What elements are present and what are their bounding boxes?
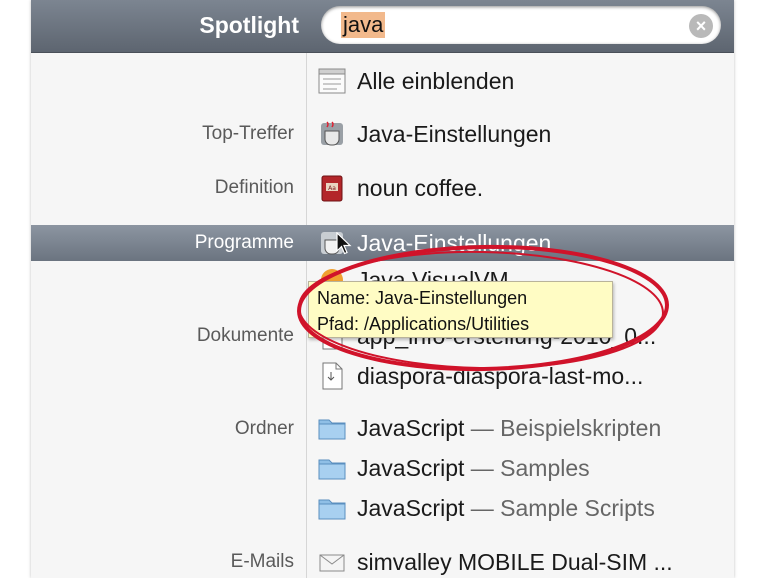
mouse-pointer-icon xyxy=(336,232,352,255)
result-doc-2-label: diaspora-diaspora-last-mo... xyxy=(357,362,644,389)
document-icon xyxy=(322,362,343,390)
category-top-hit: Top-Treffer xyxy=(202,123,294,144)
result-app-selected-label: Java-Einstellungen xyxy=(357,229,552,256)
category-applications: Programme xyxy=(194,232,294,253)
result-definition-label: noun coffee. xyxy=(357,174,484,201)
category-definition: Definition xyxy=(214,177,294,198)
show-all-label: Alle einblenden xyxy=(357,67,515,94)
result-top-hit[interactable]: Java-Einstellungen xyxy=(317,116,551,152)
result-app-selected[interactable]: Java-Einstellungen xyxy=(317,225,551,261)
result-email-1-label: simvalley MOBILE Dual-SIM ... xyxy=(357,548,673,575)
selected-result-bar[interactable]: Programme Java-Einstellungen xyxy=(31,225,734,261)
result-definition[interactable]: Aa noun coffee. xyxy=(317,170,483,206)
category-documents: Dokumente xyxy=(196,325,294,346)
java-preferences-icon xyxy=(321,121,343,146)
result-folder-2[interactable]: JavaScript — Samples xyxy=(317,450,590,486)
show-all-row[interactable]: Alle einblenden xyxy=(317,63,514,99)
spotlight-header: Spotlight java × xyxy=(31,0,734,53)
category-emails: E-Mails xyxy=(230,551,294,572)
tooltip-path-line: Pfad: /Applications/Utilities xyxy=(317,314,530,334)
result-folder-1[interactable]: JavaScript — Beispielskripten xyxy=(317,410,661,446)
result-email-1[interactable]: simvalley MOBILE Dual-SIM ... xyxy=(317,544,673,578)
category-folders: Ordner xyxy=(234,418,294,439)
folder-icon xyxy=(318,459,346,480)
folder-icon xyxy=(318,499,346,520)
mail-icon xyxy=(319,554,345,572)
spotlight-title: Spotlight xyxy=(199,12,299,38)
dictionary-icon: Aa xyxy=(321,175,343,202)
svg-text:Aa: Aa xyxy=(328,185,336,192)
result-doc-2[interactable]: diaspora-diaspora-last-mo... xyxy=(317,358,643,394)
clear-circle-icon[interactable]: × xyxy=(689,14,713,38)
result-folder-3-label: JavaScript — Sample Scripts xyxy=(357,494,655,521)
category-divider xyxy=(306,53,307,578)
result-top-hit-label: Java-Einstellungen xyxy=(357,120,552,147)
result-tooltip: Name: Java-Einstellungen Pfad: /Applicat… xyxy=(308,281,613,338)
search-query-text[interactable]: java xyxy=(341,12,386,38)
result-folder-3[interactable]: JavaScript — Sample Scripts xyxy=(317,490,655,526)
tooltip-name-line: Name: Java-Einstellungen xyxy=(317,288,528,308)
folder-icon xyxy=(318,419,346,440)
window-list-icon xyxy=(318,68,346,94)
result-folder-2-label: JavaScript — Samples xyxy=(357,454,590,481)
search-input[interactable]: java × xyxy=(321,6,721,44)
result-folder-1-label: JavaScript — Beispielskripten xyxy=(357,414,662,441)
